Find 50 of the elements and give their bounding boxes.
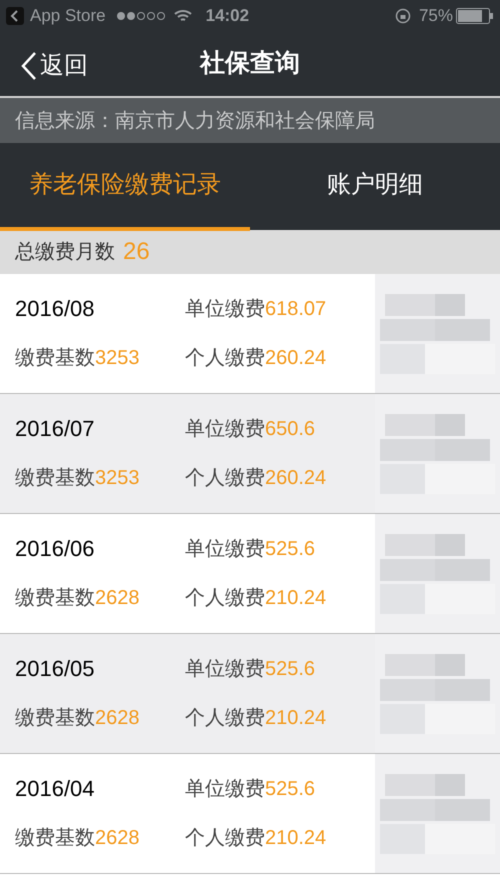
base-value: 2628 <box>95 827 140 850</box>
unit-payment-value: 525.6 <box>265 538 316 560</box>
personal-payment-value: 260.24 <box>265 347 326 370</box>
personal-payment-label: 个人缴费 <box>185 347 265 370</box>
personal-payment-value: 210.24 <box>265 707 326 730</box>
personal-payment-value: 260.24 <box>265 467 326 490</box>
back-button[interactable]: 返回 <box>20 48 88 84</box>
info-source: 信息来源：南京市人力资源和社会保障局 <box>15 108 375 134</box>
chevron-left-icon <box>20 51 38 81</box>
personal-payment-label: 个人缴费 <box>185 827 265 850</box>
unit-payment-label: 单位缴费 <box>185 658 265 680</box>
summary-value: 26 <box>123 237 150 267</box>
personal-payment-value: 210.24 <box>265 827 326 850</box>
battery-icon <box>456 8 494 24</box>
base-label: 缴费基数 <box>15 827 95 850</box>
signal-icon <box>116 11 168 21</box>
unit-payment-label: 单位缴费 <box>185 298 265 320</box>
record-month: 2016/05 <box>15 655 96 684</box>
rotation-lock-icon <box>394 8 411 24</box>
battery-percent: 75% <box>418 5 453 28</box>
unit-payment-label: 单位缴费 <box>185 538 265 560</box>
unit-payment-value: 618.07 <box>265 298 326 320</box>
personal-payment-label: 个人缴费 <box>185 467 265 490</box>
unit-payment-value: 525.6 <box>265 778 316 800</box>
personal-payment-value: 210.24 <box>265 587 326 610</box>
record-month: 2016/08 <box>15 295 96 324</box>
wifi-icon <box>174 9 192 23</box>
personal-payment-label: 个人缴费 <box>185 587 265 610</box>
personal-payment-label: 个人缴费 <box>185 707 265 730</box>
base-value: 3253 <box>95 467 140 490</box>
back-app-label[interactable]: App Store <box>30 3 106 29</box>
base-label: 缴费基数 <box>15 587 95 610</box>
base-label: 缴费基数 <box>15 467 95 490</box>
unit-payment-label: 单位缴费 <box>185 418 265 440</box>
base-value: 2628 <box>95 587 140 610</box>
base-value: 2628 <box>95 707 140 730</box>
unit-payment-value: 650.6 <box>265 418 316 440</box>
base-label: 缴费基数 <box>15 707 95 730</box>
tab[interactable]: 账户明细 <box>250 143 500 231</box>
back-app-icon[interactable] <box>6 7 24 25</box>
record-month: 2016/04 <box>15 775 96 804</box>
page-title: 社保查询 <box>200 48 300 80</box>
record-month: 2016/06 <box>15 535 96 564</box>
record-month: 2016/07 <box>15 415 96 444</box>
base-value: 3253 <box>95 347 140 370</box>
unit-payment-label: 单位缴费 <box>185 778 265 800</box>
status-time: 14:02 <box>206 5 250 28</box>
summary-label: 总缴费月数 <box>15 240 115 265</box>
base-label: 缴费基数 <box>15 347 95 370</box>
unit-payment-value: 525.6 <box>265 658 316 680</box>
